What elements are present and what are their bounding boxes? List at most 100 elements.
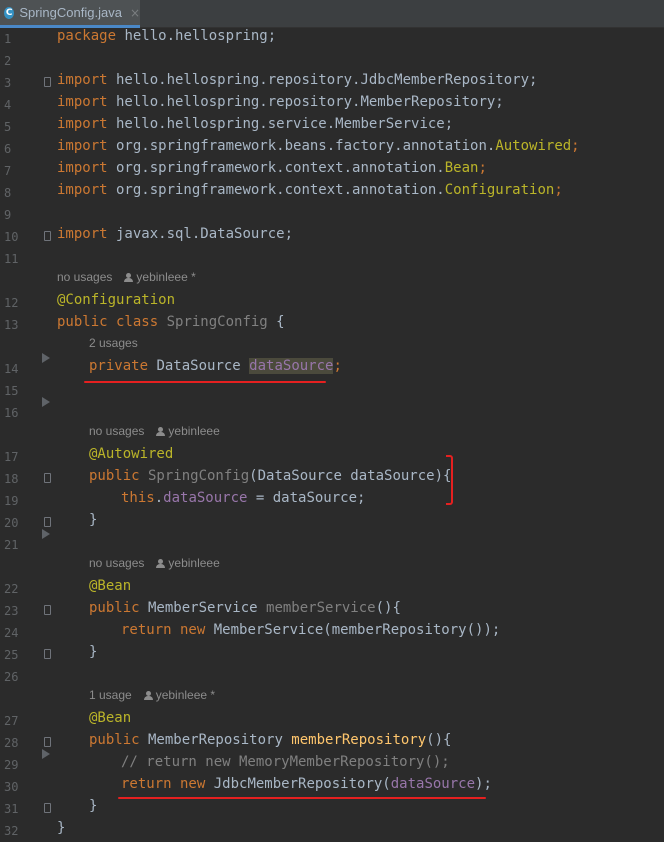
- code-line-import: import hello.hellospring.repository.Memb…: [57, 94, 504, 110]
- gutter-line: 10: [0, 226, 51, 248]
- code-line-close-brace: }: [89, 644, 98, 660]
- red-underline-annotation: [84, 381, 326, 383]
- line-number: 11: [4, 252, 19, 266]
- gutter-line: 8: [0, 182, 45, 204]
- gutter-line: 32: [0, 820, 45, 842]
- code-line-import: import org.springframework.context.annot…: [57, 182, 563, 198]
- line-number: 16: [4, 406, 19, 420]
- line-number: 32: [4, 824, 19, 838]
- gutter-line: 2: [0, 50, 45, 72]
- code-line-field: private DataSource dataSource;: [89, 358, 342, 374]
- inlay-hint-field[interactable]: 2 usages: [89, 336, 138, 358]
- fold-marker-icon[interactable]: [44, 231, 51, 241]
- inlay-hint-bean-member-service[interactable]: no usages yebinleee: [89, 556, 220, 578]
- gutter-line: 12: [0, 292, 45, 314]
- line-number: 29: [4, 758, 19, 772]
- line-number: 2: [4, 54, 12, 68]
- user-icon: [143, 691, 153, 700]
- gutter-line: 27: [0, 710, 45, 732]
- line-number: 26: [4, 670, 19, 684]
- user-icon: [156, 559, 166, 568]
- code-line-import: import org.springframework.context.annot…: [57, 160, 487, 176]
- gutter-line: 5: [0, 116, 45, 138]
- red-bracket-annotation: [446, 455, 453, 505]
- line-number: 27: [4, 714, 19, 728]
- fold-marker-icon[interactable]: [44, 77, 51, 87]
- code-line-import: import org.springframework.beans.factory…: [57, 138, 580, 154]
- line-number: 30: [4, 780, 19, 794]
- gutter-line: 17: [0, 446, 45, 468]
- gutter-line: 3: [0, 72, 51, 94]
- gutter-line: 23: [0, 600, 51, 622]
- inlay-hint-class[interactable]: no usages yebinleee *: [57, 270, 196, 292]
- fold-marker-icon[interactable]: [44, 473, 51, 483]
- gutter-line: 11: [0, 248, 45, 270]
- tab-label: SpringConfig.java: [19, 5, 122, 20]
- line-number: 9: [4, 208, 12, 222]
- code-line-import: import hello.hellospring.service.MemberS…: [57, 116, 454, 132]
- code-line-close-brace: }: [89, 512, 98, 528]
- line-number: 8: [4, 186, 12, 200]
- gutter-line: 4: [0, 94, 45, 116]
- code-line-assignment: this.dataSource = dataSource;: [121, 490, 366, 506]
- code-line-return: return new JdbcMemberRepository(dataSour…: [121, 776, 492, 792]
- gutter-line: 7: [0, 160, 45, 182]
- gutter-line: 13: [0, 314, 45, 336]
- line-number: 13: [4, 318, 19, 332]
- gutter-line: 16: [0, 402, 45, 424]
- inlay-hint-bean-member-repository[interactable]: 1 usage yebinleee *: [89, 688, 215, 710]
- code-line-import: import javax.sql.DataSource;: [57, 226, 294, 242]
- line-number: 25: [4, 648, 19, 662]
- code-line-close-brace: }: [57, 820, 66, 836]
- gutter-line: 9: [0, 204, 45, 226]
- gutter-line: 25: [0, 644, 51, 666]
- fold-marker-icon[interactable]: [44, 517, 51, 527]
- user-icon: [124, 273, 134, 282]
- gutter-line: 14: [0, 358, 45, 380]
- fold-marker-icon[interactable]: [44, 803, 51, 813]
- code-line-annotation: @Configuration: [57, 292, 176, 308]
- code-line-annotation: @Bean: [89, 578, 132, 594]
- line-number: 22: [4, 582, 19, 596]
- tab-springconfig-java[interactable]: C SpringConfig.java ×: [0, 0, 140, 28]
- code-line-import: import hello.hellospring.repository.Jdbc…: [57, 72, 538, 88]
- line-number: 3: [4, 76, 12, 90]
- red-underline-annotation: [118, 797, 486, 799]
- code-line-annotation: @Bean: [89, 710, 132, 726]
- gutter-line: 21: [0, 534, 45, 556]
- gutter-line: 24: [0, 622, 45, 644]
- gutter-line: 6: [0, 138, 45, 160]
- code-line-constructor: public SpringConfig(DataSource dataSourc…: [89, 468, 452, 484]
- gutter-line: 30: [0, 776, 45, 798]
- code-line-comment: // return new MemoryMemberRepository();: [121, 754, 450, 770]
- line-number: 12: [4, 296, 19, 310]
- line-number: 7: [4, 164, 12, 178]
- line-number: 10: [4, 230, 19, 244]
- line-number: 6: [4, 142, 12, 156]
- code-line-method-decl: public MemberService memberService(){: [89, 600, 401, 616]
- gutter-line: 29: [0, 754, 45, 776]
- java-class-icon: C: [4, 6, 15, 19]
- code-line-close-brace: }: [89, 798, 98, 814]
- fold-marker-icon[interactable]: [44, 649, 51, 659]
- line-number: 1: [4, 32, 12, 46]
- gutter-line: 19: [0, 490, 45, 512]
- line-number: 24: [4, 626, 19, 640]
- fold-marker-icon[interactable]: [44, 737, 51, 747]
- code-line-package: package hello.hellospring;: [57, 28, 277, 44]
- fold-marker-icon[interactable]: [44, 605, 51, 615]
- close-icon[interactable]: ×: [130, 6, 140, 20]
- gutter-line: 31: [0, 798, 51, 820]
- line-number: 14: [4, 362, 19, 376]
- editor-tab-bar: C SpringConfig.java ×: [0, 0, 664, 28]
- inlay-hint-constructor[interactable]: no usages yebinleee: [89, 424, 220, 446]
- gutter-line: 1: [0, 28, 45, 50]
- code-line-class-decl: public class SpringConfig {: [57, 314, 285, 330]
- line-number: 19: [4, 494, 19, 508]
- user-icon: [156, 427, 166, 436]
- line-number: 18: [4, 472, 19, 486]
- line-number: 23: [4, 604, 19, 618]
- line-number: 21: [4, 538, 19, 552]
- gutter-line: 26: [0, 666, 45, 688]
- code-line-return: return new MemberService(memberRepositor…: [121, 622, 501, 638]
